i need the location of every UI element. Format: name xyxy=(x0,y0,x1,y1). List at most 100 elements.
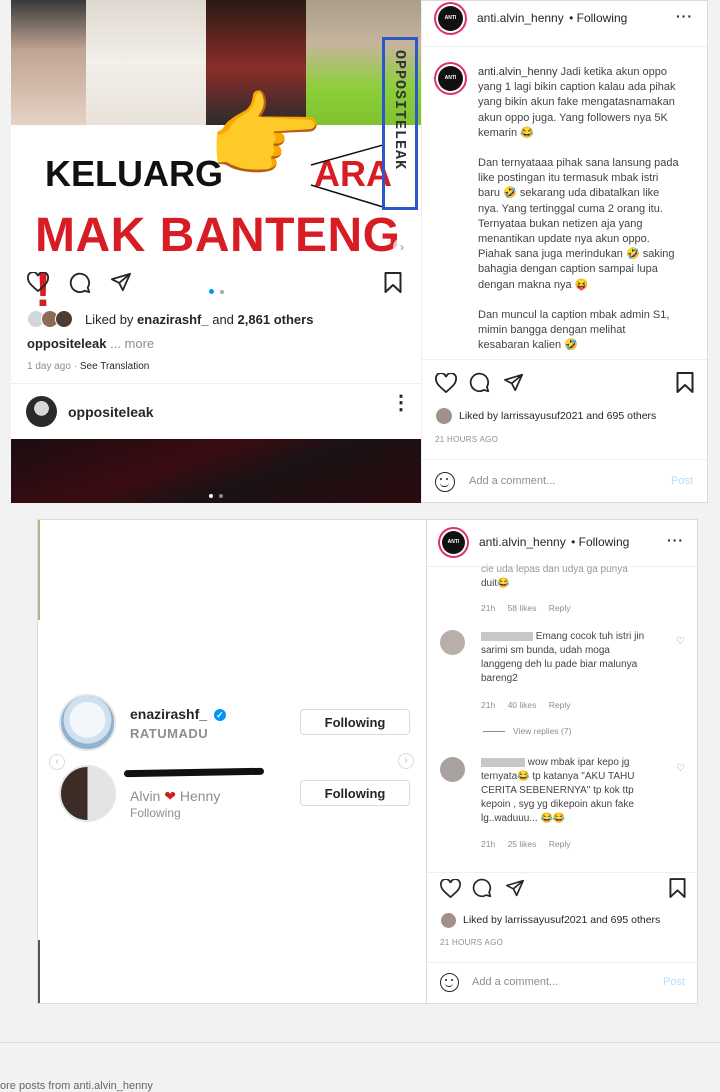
panel2-liked-by: Liked by larrissayusuf2021 and 695 other… xyxy=(463,914,660,926)
panel1-post-button[interactable]: Post xyxy=(671,475,693,487)
caption-line: dengan makna nya 😝 xyxy=(478,278,589,291)
caption-line: kesabaran kalien 🤣 xyxy=(478,339,578,352)
panel2-liker-avatar[interactable] xyxy=(441,913,456,928)
comment-3-like-icon[interactable]: ♡ xyxy=(676,763,685,774)
caption-more-link[interactable]: ... more xyxy=(110,336,154,351)
panel2-timestamp: 21 HOURS AGO xyxy=(440,938,504,947)
comment-likes[interactable]: 40 likes xyxy=(508,700,537,710)
panel1-liker-avatar[interactable] xyxy=(436,408,452,424)
comment-2-avatar[interactable] xyxy=(440,630,465,655)
comment-line: CERITA SEBENERNYA" tp kok ttp xyxy=(481,785,634,796)
suggestion-avatar-2[interactable] xyxy=(59,765,116,822)
comment-3-avatar[interactable] xyxy=(440,757,465,782)
photo-person-left xyxy=(11,0,86,125)
footer-divider xyxy=(0,1042,720,1043)
comment-reply-button[interactable]: Reply xyxy=(549,839,571,849)
comment-2-like-icon[interactable]: ♡ xyxy=(676,636,685,647)
caption-username-link[interactable]: oppositeleak xyxy=(27,336,106,351)
following-list-panel: enazirashf_ ✓ RATUMADU Following ‹ › Alv… xyxy=(37,519,426,1004)
caption-line: akun oppo juga. Yang followers nya 5K xyxy=(478,111,668,124)
panel2-header-avatar[interactable]: ANTI xyxy=(438,527,469,558)
comment-1-text: cie uda lepas dan udya ga punya duit😂 xyxy=(481,563,661,591)
panel1-comment-input[interactable]: Add a comment... xyxy=(469,475,649,487)
comment-line: lg..waduuu... 😂😂 xyxy=(481,813,566,824)
panel2-post-button[interactable]: Post xyxy=(663,976,685,988)
panel1-more-options-icon[interactable]: ··· xyxy=(676,8,693,24)
caption-line: nya. Yang tertinggal cuma 2 orang itu. xyxy=(478,202,663,215)
panel2-header-username[interactable]: anti.alvin_henny xyxy=(479,535,566,549)
comment-line: wow mbak ipar kepo jg xyxy=(527,757,630,768)
panel1-liked-by: Liked by larrissayusuf2021 and 695 other… xyxy=(459,410,656,422)
panel1-caption-avatar[interactable]: ANTI xyxy=(434,62,467,95)
panel2-emoji-picker-icon[interactable] xyxy=(440,973,459,992)
panel1-emoji-picker-icon[interactable] xyxy=(435,472,455,492)
banner-line1: KELUARG xyxy=(45,153,223,194)
save-bookmark-icon[interactable] xyxy=(384,272,402,293)
carousel-prev-button[interactable]: ‹ xyxy=(49,754,65,770)
suggestion-sub-2: Following xyxy=(130,806,181,820)
redacted-username xyxy=(481,757,525,767)
panel2-like-heart-icon[interactable] xyxy=(440,879,461,898)
panel2-more-options-icon[interactable]: ··· xyxy=(667,532,684,548)
comment-reply-button[interactable]: Reply xyxy=(549,603,571,613)
caption-line: like postingan itu termasuk mbak istri xyxy=(478,172,659,185)
panel1-like-heart-icon[interactable] xyxy=(435,373,457,393)
liked-by-count-link[interactable]: and 695 others xyxy=(590,914,660,926)
panel2-share-icon[interactable] xyxy=(505,879,525,897)
liked-by-count-link[interactable]: 2,861 others xyxy=(238,312,314,327)
panel2-follow-status[interactable]: • Following xyxy=(571,535,629,549)
comment-time: 21h xyxy=(481,700,496,710)
caption-line: menantikan update nya akun oppo. xyxy=(478,233,650,246)
panel1-save-bookmark-icon[interactable] xyxy=(676,372,694,393)
carousel-next-button[interactable]: › xyxy=(393,238,411,256)
view-replies-link[interactable]: View replies (7) xyxy=(513,726,571,736)
following-button-2[interactable]: Following xyxy=(300,780,410,806)
see-translation-link[interactable]: See Translation xyxy=(80,361,150,372)
comment-likes[interactable]: 25 likes xyxy=(508,839,537,849)
divider xyxy=(422,459,707,460)
following-button-1[interactable]: Following xyxy=(300,709,410,735)
comment-time: 21h xyxy=(481,603,496,613)
liked-by-user-link[interactable]: larrissayusuf2021 xyxy=(505,914,587,926)
carousel-next-button[interactable]: › xyxy=(398,753,414,769)
view-replies-row[interactable]: View replies (7) xyxy=(483,726,571,736)
panel1-caption: anti.alvin_henny Jadi ketika akun oppo y… xyxy=(478,65,703,353)
liked-by-user-link[interactable]: enazirashf_ xyxy=(137,312,209,327)
panel1-header-avatar[interactable]: ANTI xyxy=(434,2,467,35)
liked-by-and: and xyxy=(212,312,234,327)
heart-emoji-icon: ❤ xyxy=(164,788,176,804)
comment-line: kepoin , syg yg dikepoin akun fake xyxy=(481,799,634,810)
comment-reply-button[interactable]: Reply xyxy=(549,700,571,710)
redacted-name-scribble xyxy=(123,767,265,778)
caption-line xyxy=(478,293,703,308)
liked-by-user-link[interactable]: larrissayusuf2021 xyxy=(501,410,583,422)
panel1-comment-icon[interactable] xyxy=(469,372,490,393)
suggestion-avatar-1[interactable] xyxy=(59,694,116,751)
share-icon[interactable] xyxy=(110,272,132,292)
more-posts-heading[interactable]: ore posts from anti.alvin_henny xyxy=(0,1080,153,1092)
divider xyxy=(422,46,707,47)
panel1-caption-username[interactable]: anti.alvin_henny xyxy=(478,66,558,78)
liked-by-text: Liked by enazirashf_ and 2,861 others xyxy=(85,312,313,327)
next-post-username[interactable]: oppositeleak xyxy=(68,404,154,420)
panel2-save-bookmark-icon[interactable] xyxy=(669,878,686,898)
panel1-follow-status[interactable]: • Following xyxy=(569,11,627,25)
caption-row: oppositeleak ... more xyxy=(27,336,154,351)
like-heart-icon[interactable] xyxy=(27,272,49,292)
liked-by-label: Liked by xyxy=(463,914,503,926)
comment-likes[interactable]: 58 likes xyxy=(508,603,537,613)
comment-line: bareng2 xyxy=(481,673,518,684)
post-time-row: 1 day ago · See Translation xyxy=(27,361,150,372)
liked-by-count-link[interactable]: and 695 others xyxy=(586,410,656,422)
caption-line: baru 🤣 sekarang uda dibatalkan like xyxy=(478,187,660,200)
comment-3-meta: 21h 25 likes Reply xyxy=(481,839,571,849)
divider xyxy=(427,962,697,963)
comment-icon[interactable] xyxy=(69,272,91,294)
next-post-avatar[interactable] xyxy=(26,396,57,427)
suggestion-username[interactable]: enazirashf_ xyxy=(130,706,207,722)
panel1-header-username[interactable]: anti.alvin_henny xyxy=(477,11,564,25)
next-post-more-icon[interactable]: ⋮ xyxy=(391,393,411,413)
panel2-comment-icon[interactable] xyxy=(472,878,492,898)
panel2-comment-input[interactable]: Add a comment... xyxy=(472,976,642,988)
panel1-share-icon[interactable] xyxy=(503,373,524,392)
